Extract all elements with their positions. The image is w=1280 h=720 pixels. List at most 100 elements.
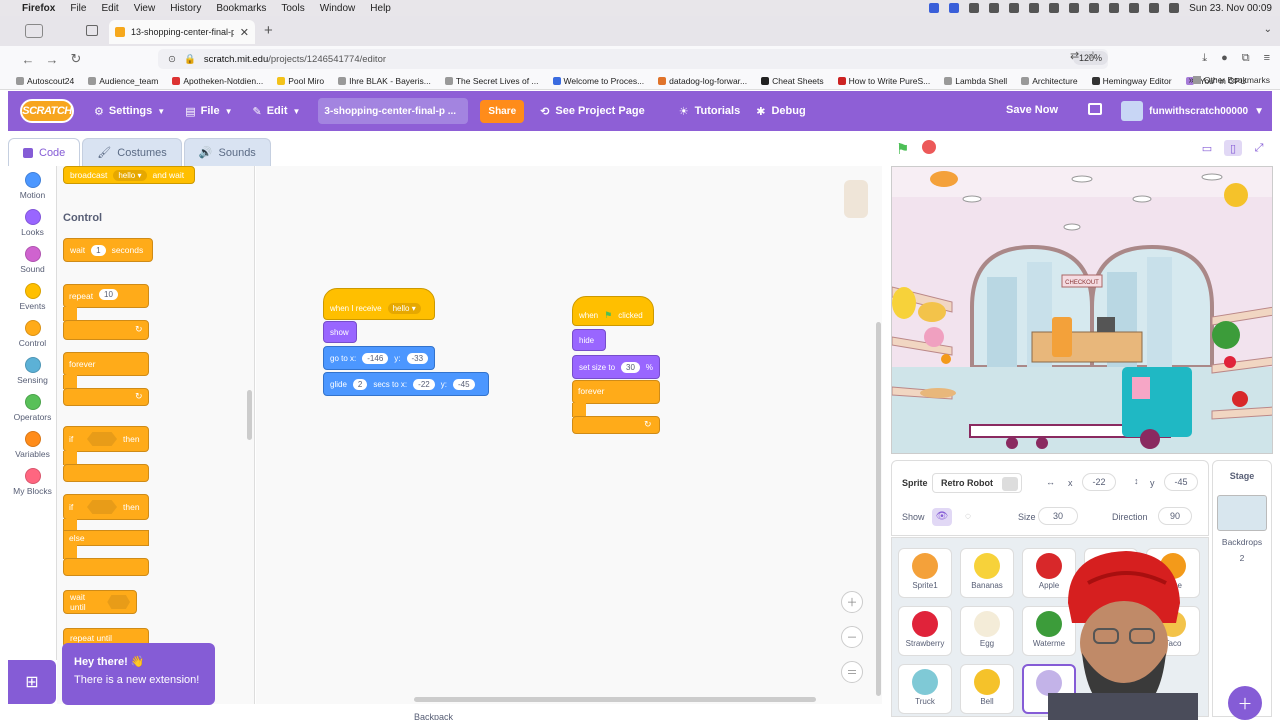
- direction-input[interactable]: 90: [1158, 507, 1192, 525]
- save-now-button[interactable]: Save Now: [1006, 104, 1058, 116]
- sprite-tile[interactable]: Egg: [960, 606, 1014, 656]
- condition-slot[interactable]: [87, 432, 117, 446]
- wait-until-block[interactable]: wait until: [63, 590, 137, 614]
- glide-y-input[interactable]: -45: [452, 378, 475, 390]
- x-position-input[interactable]: -22: [1082, 473, 1116, 491]
- wait-seconds-block[interactable]: wait 1 seconds: [63, 238, 153, 262]
- repeat-count-input[interactable]: 10: [99, 289, 118, 300]
- scratch-logo[interactable]: SCRATCH: [20, 99, 74, 123]
- go-to-xy-block[interactable]: go to x: -146 y: -33: [323, 346, 435, 370]
- bookmark[interactable]: The Secret Lives of ...: [444, 76, 539, 86]
- tray-icon[interactable]: [1009, 3, 1020, 13]
- workspace-vertical-scrollbar[interactable]: [876, 322, 881, 696]
- bookmark[interactable]: Apotheken-Notdien...: [172, 76, 263, 86]
- other-bookmarks[interactable]: Other Bookmarks: [1192, 75, 1270, 85]
- stop-button[interactable]: [922, 140, 936, 154]
- bookmark[interactable]: Architecture: [1021, 76, 1078, 86]
- show-visible-eye-icon[interactable]: 👁: [932, 508, 952, 526]
- close-tab-icon[interactable]: ✕: [240, 26, 249, 39]
- tab-sounds[interactable]: 🔊 Sounds: [183, 138, 271, 166]
- menu-window[interactable]: Window: [320, 3, 356, 14]
- repeat-block[interactable]: repeat 10 ↻: [63, 284, 149, 342]
- tab-costumes[interactable]: 🖌 Costumes: [82, 138, 182, 166]
- tab-code[interactable]: Code: [8, 138, 81, 166]
- menu-edit[interactable]: Edit: [101, 3, 118, 14]
- page-info-icon[interactable]: ⊙: [168, 54, 176, 65]
- bookmark[interactable]: Welcome to Proces...: [552, 76, 644, 86]
- goto-x-input[interactable]: -146: [362, 352, 389, 364]
- menu-bookmarks[interactable]: Bookmarks: [216, 3, 266, 14]
- size-input[interactable]: 30: [1038, 507, 1078, 525]
- if-then-block[interactable]: if then: [63, 426, 149, 482]
- tray-zoom-icon[interactable]: [949, 3, 960, 13]
- extension-icon[interactable]: ●: [1221, 52, 1228, 65]
- menu-help[interactable]: Help: [370, 3, 391, 14]
- zoom-reset-button[interactable]: ＝: [841, 661, 863, 683]
- stage-canvas[interactable]: CHECKOUT: [891, 166, 1273, 454]
- downloads-icon[interactable]: ⤓: [1202, 52, 1207, 65]
- menu-tools[interactable]: Tools: [281, 3, 304, 14]
- show-block[interactable]: show: [323, 321, 357, 343]
- fullscreen-icon[interactable]: ⤢: [1250, 140, 1268, 156]
- wifi-icon[interactable]: [1129, 3, 1140, 13]
- bookmark[interactable]: Cheat Sheets: [761, 76, 824, 86]
- menu-history[interactable]: History: [170, 3, 201, 14]
- show-hidden-eye-icon[interactable]: ◌: [958, 508, 978, 526]
- message-dropdown[interactable]: hello ▾: [113, 169, 147, 181]
- set-size-block[interactable]: set size to 30 %: [572, 355, 660, 379]
- forever-loop-block[interactable]: forever ↻: [572, 380, 660, 436]
- forward-icon[interactable]: →: [40, 52, 64, 67]
- when-flag-clicked-block[interactable]: when ⚑ clicked: [572, 296, 654, 326]
- bookmark[interactable]: Audience_team: [88, 76, 158, 86]
- sidebar-toggle-icon[interactable]: [25, 24, 43, 38]
- bookmark[interactable]: Hemingway Editor: [1091, 76, 1172, 86]
- see-project-page-button[interactable]: ⟲ See Project Page: [540, 105, 645, 118]
- my-stuff-folder-icon[interactable]: [1088, 103, 1102, 115]
- sprite-tile[interactable]: Strawberry: [898, 606, 952, 656]
- backpack-tab[interactable]: Backpack: [414, 712, 453, 720]
- sprite-tile[interactable]: Bell: [960, 664, 1014, 714]
- menu-firefox[interactable]: Firefox: [22, 3, 55, 14]
- bookmark[interactable]: Pool Miro: [277, 76, 324, 86]
- tray-icon[interactable]: [1029, 3, 1040, 13]
- size-percent-input[interactable]: 30: [621, 361, 640, 373]
- code-workspace[interactable]: when I receive hello ▾ show go to x: -14…: [256, 166, 882, 704]
- account-menu[interactable]: funwithscratch00000 ▼: [1121, 101, 1264, 121]
- app-menu-icon[interactable]: ≡: [1264, 52, 1270, 65]
- bookmark[interactable]: datadog-log-forwar...: [658, 76, 747, 86]
- sprite-options-button[interactable]: [1002, 477, 1018, 491]
- workspace-horizontal-scrollbar[interactable]: [414, 697, 816, 702]
- broadcast-and-wait-block[interactable]: broadcast hello ▾ and wait: [63, 166, 195, 184]
- green-flag-button[interactable]: ⚑: [896, 140, 909, 158]
- goto-y-input[interactable]: -33: [406, 352, 429, 364]
- extensions-icon[interactable]: ⧉: [1242, 52, 1250, 65]
- settings-menu[interactable]: ⚙ Settings ▼: [94, 105, 165, 118]
- category-my-blocks[interactable]: My Blocks: [8, 468, 57, 496]
- search-icon[interactable]: [1149, 3, 1160, 13]
- glide-to-xy-block[interactable]: glide 2 secs to x: -22 y: -45: [323, 372, 489, 396]
- stage-selector-panel[interactable]: Stage Backdrops 2: [1212, 460, 1272, 717]
- translate-icon[interactable]: ⇄: [1070, 49, 1079, 62]
- add-extension-button[interactable]: ⊞: [8, 660, 56, 704]
- control-center-icon[interactable]: [1169, 3, 1180, 13]
- palette-scrollbar[interactable]: [247, 390, 252, 440]
- hide-block[interactable]: hide: [572, 329, 606, 351]
- edit-menu[interactable]: ✎ Edit ▼: [252, 105, 300, 118]
- zoom-in-button[interactable]: ＋: [841, 591, 863, 613]
- tab-list-chevron-icon[interactable]: ⌄: [1264, 24, 1272, 35]
- if-else-block[interactable]: if then else: [63, 494, 149, 578]
- category-sound[interactable]: Sound: [8, 246, 57, 274]
- lock-icon[interactable]: 🔒: [184, 54, 196, 65]
- sprite-tile[interactable]: Bananas: [960, 548, 1014, 598]
- back-icon[interactable]: ←: [16, 52, 40, 67]
- url-bar[interactable]: ⊙ 🔒 scratch.mit.edu/projects/1246541774/…: [158, 49, 1108, 69]
- bookmark[interactable]: How to Write PureS...: [837, 76, 930, 86]
- tray-icon[interactable]: [1089, 3, 1100, 13]
- reload-icon[interactable]: ↻: [64, 51, 88, 67]
- tab-groups-icon[interactable]: [86, 25, 98, 36]
- tray-icon[interactable]: [1109, 3, 1120, 13]
- share-button[interactable]: Share: [480, 99, 525, 123]
- bookmark[interactable]: Ihre BLAK - Bayeris...: [338, 76, 431, 86]
- glide-secs-input[interactable]: 2: [352, 378, 368, 390]
- forever-block[interactable]: forever ↻: [63, 352, 149, 408]
